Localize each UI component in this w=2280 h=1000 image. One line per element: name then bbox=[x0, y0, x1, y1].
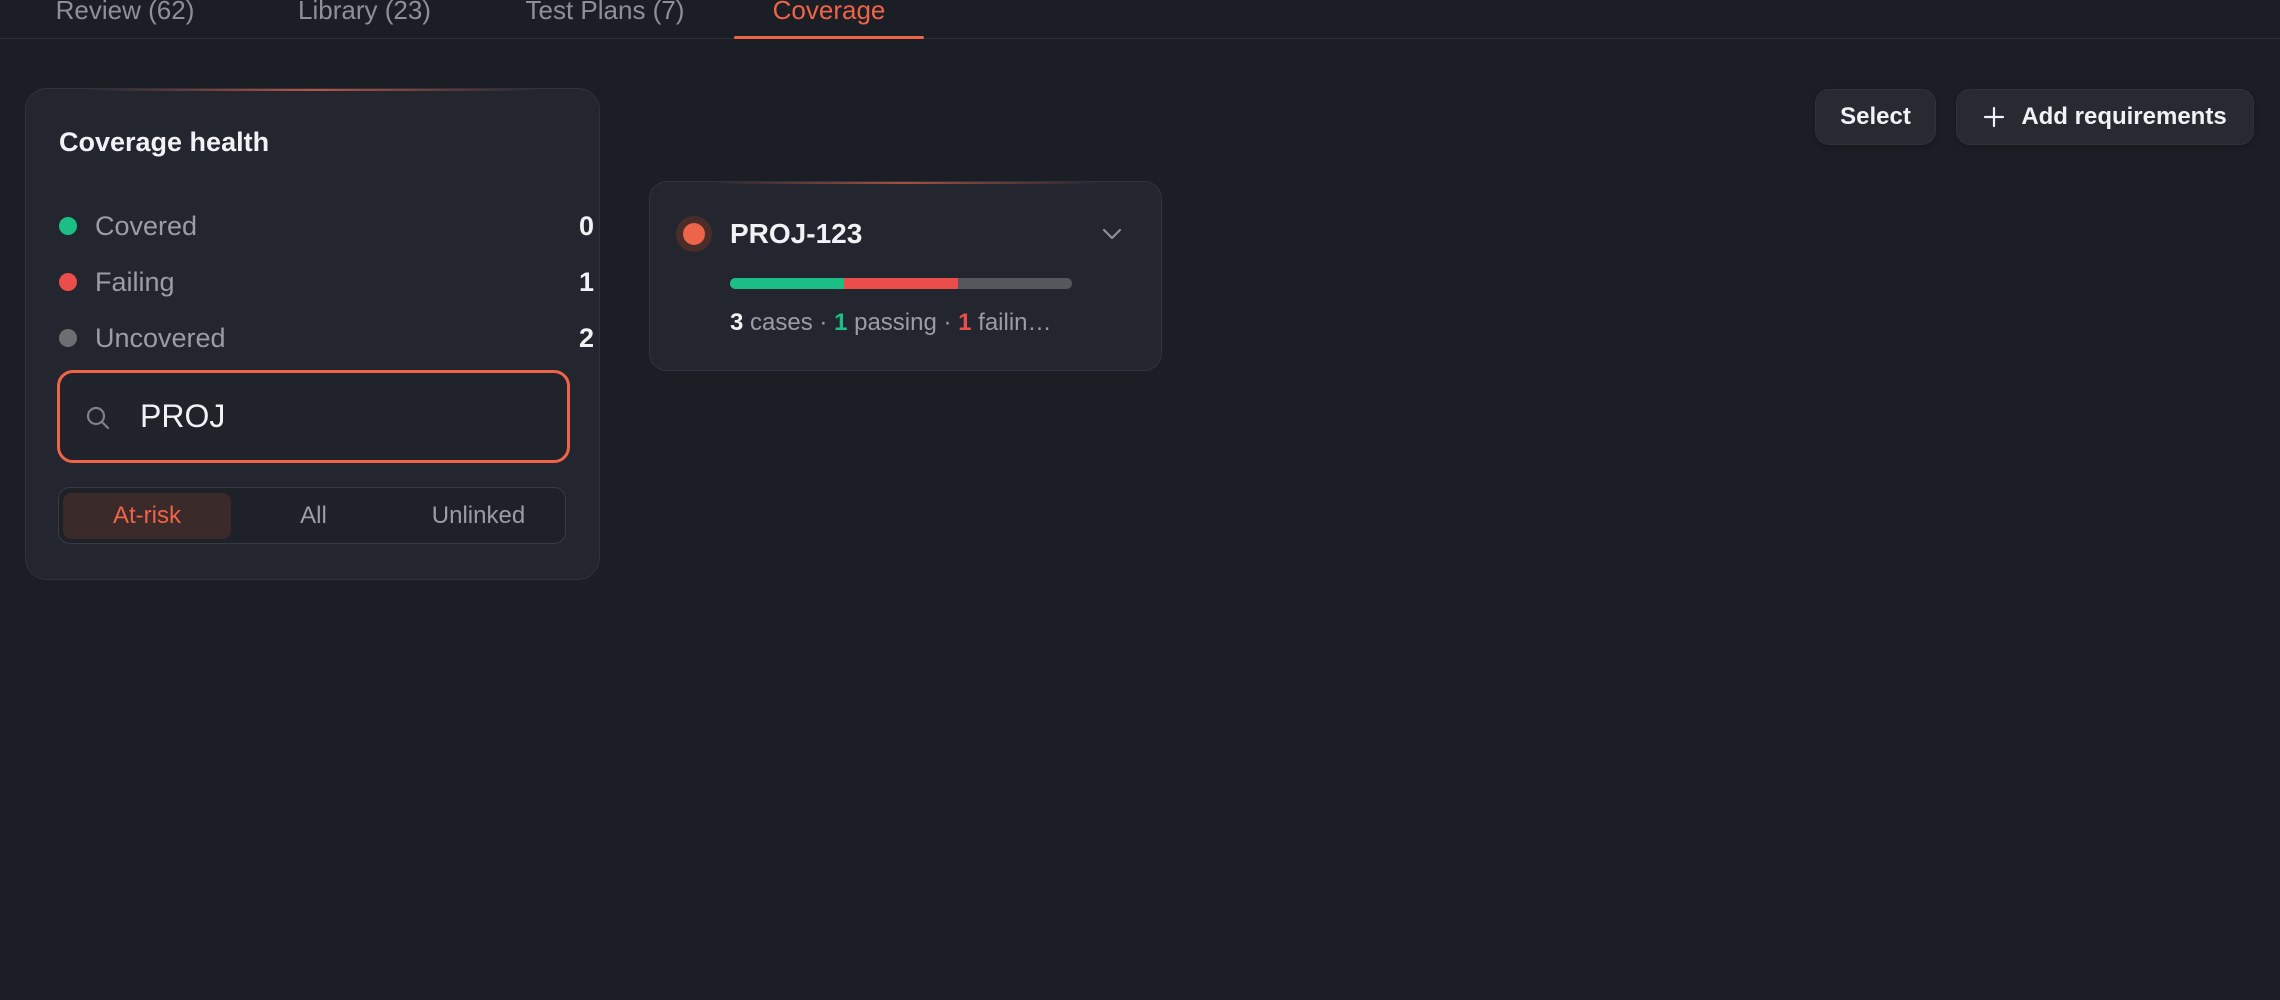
failing-count: 1 bbox=[958, 309, 972, 336]
stat-count: 0 bbox=[578, 210, 594, 241]
stat-label: Uncovered bbox=[95, 322, 226, 353]
covered-status-dot bbox=[59, 217, 77, 235]
coverage-progress-bar bbox=[730, 278, 1072, 289]
stat-failing: Failing 1 bbox=[59, 262, 594, 302]
filter-at-risk[interactable]: At-risk bbox=[63, 493, 231, 539]
coverage-filter-segmented-control: At-risk All Unlinked bbox=[58, 487, 566, 544]
requirement-summary: 3 cases · 1 passing · 1 failin… bbox=[730, 308, 1072, 338]
stat-label: Failing bbox=[95, 266, 175, 297]
filter-all[interactable]: All bbox=[231, 493, 396, 539]
requirement-id: PROJ-123 bbox=[730, 218, 863, 249]
requirement-search-input[interactable]: PROJ bbox=[57, 370, 570, 463]
tab-coverage[interactable]: Coverage bbox=[734, 0, 924, 38]
add-requirements-label: Add requirements bbox=[2021, 103, 2227, 130]
passing-count: 1 bbox=[834, 309, 848, 336]
stat-uncovered: Uncovered 2 bbox=[59, 318, 594, 358]
passing-segment bbox=[730, 278, 844, 289]
failing-segment bbox=[844, 278, 958, 289]
stat-covered: Covered 0 bbox=[59, 206, 594, 246]
coverage-health-title: Coverage health bbox=[59, 127, 270, 157]
tab-test-plans[interactable]: Test Plans (7) bbox=[510, 0, 700, 38]
failing-status-dot bbox=[59, 273, 77, 291]
search-value[interactable]: PROJ bbox=[140, 373, 225, 460]
requirement-card[interactable]: PROJ-123 3 cases · 1 passing · 1 failin… bbox=[649, 181, 1162, 371]
plus-icon bbox=[1984, 106, 2005, 128]
stat-label: Covered bbox=[95, 210, 198, 241]
filter-unlinked[interactable]: Unlinked bbox=[396, 493, 561, 539]
stat-count: 2 bbox=[578, 322, 594, 353]
tab-library[interactable]: Library (23) bbox=[272, 0, 457, 38]
cases-label: cases · bbox=[743, 309, 835, 336]
cases-count: 3 bbox=[730, 309, 744, 336]
active-tab-indicator bbox=[734, 36, 924, 39]
card-accent-line bbox=[710, 182, 1100, 184]
card-accent-line bbox=[86, 89, 541, 91]
tab-bar: Review (62) Library (23) Test Plans (7) … bbox=[0, 0, 2280, 39]
chevron-down-icon[interactable] bbox=[1101, 226, 1123, 242]
search-icon bbox=[86, 406, 110, 430]
status-dot bbox=[683, 223, 705, 245]
failing-label: failin… bbox=[971, 309, 1052, 336]
uncovered-status-dot bbox=[59, 329, 77, 347]
coverage-health-card: Coverage health Covered 0 Failing 1 Unco… bbox=[25, 88, 600, 580]
tab-review[interactable]: Review (62) bbox=[35, 0, 215, 38]
requirement-status-indicator bbox=[676, 216, 712, 252]
add-requirements-button[interactable]: Add requirements bbox=[1956, 89, 2254, 145]
select-button[interactable]: Select bbox=[1815, 89, 1936, 145]
passing-label: passing · bbox=[847, 309, 959, 336]
stat-count: 1 bbox=[578, 266, 594, 297]
